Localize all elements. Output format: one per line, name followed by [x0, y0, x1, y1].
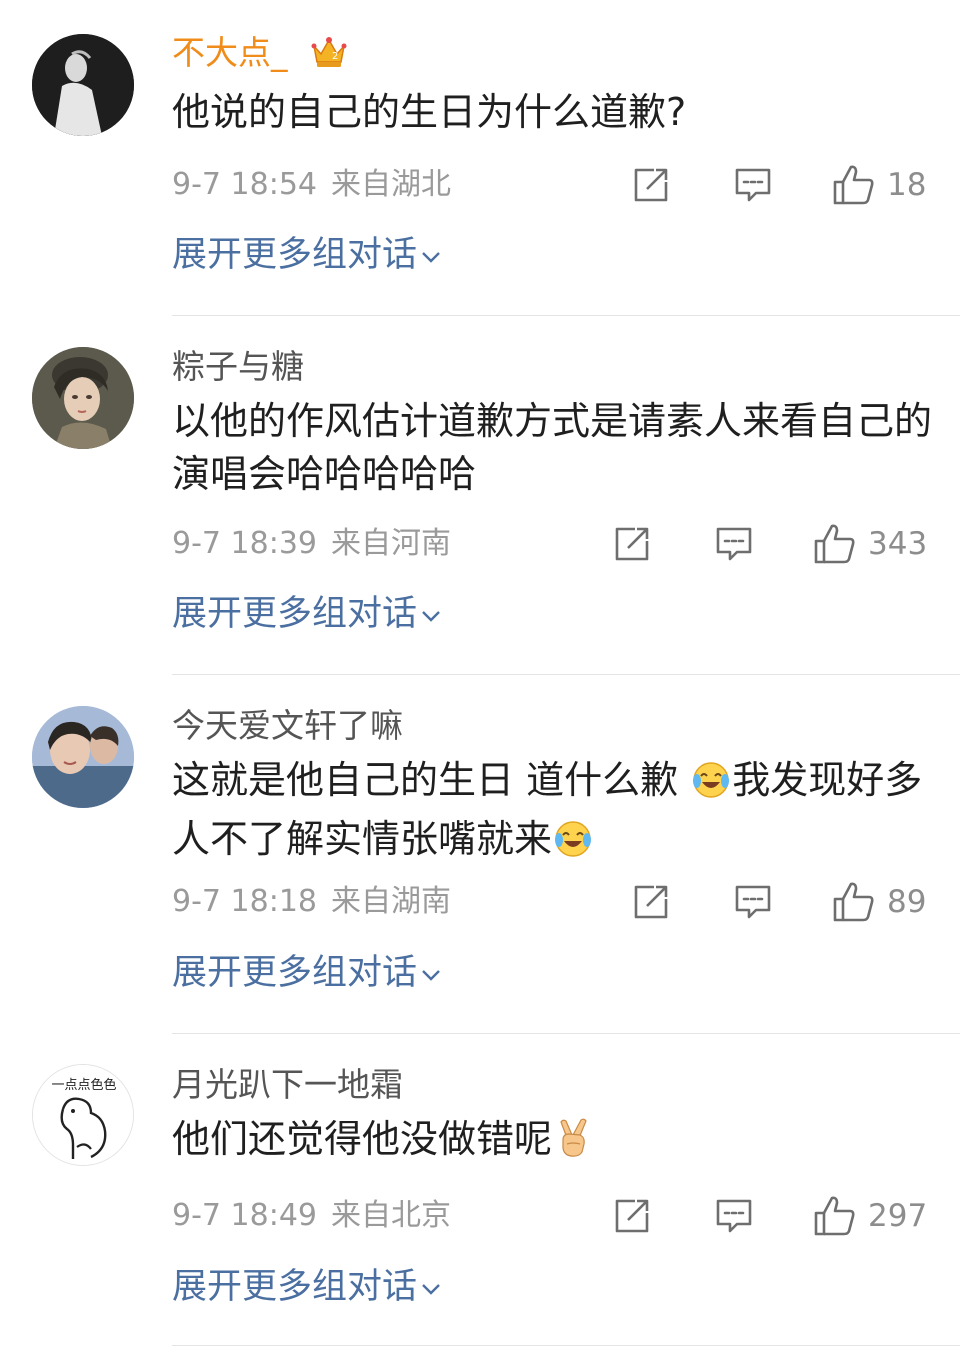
- location: 来自北京: [331, 1198, 451, 1233]
- like-count: 297: [868, 1198, 928, 1234]
- avatar-text: 一点点色色: [51, 1077, 116, 1093]
- comment-item: 一点点色色 月光趴下一地霜 他们还觉得他没做错呢 9-7 18:49 来自北京: [0, 0, 960, 1350]
- avatar[interactable]: 一点点色色: [32, 1064, 134, 1166]
- comment-text: 他们还觉得他没做错呢: [172, 1113, 932, 1172]
- chevron-down-icon: [422, 1284, 440, 1295]
- comment-meta: 9-7 18:49 来自北京: [172, 1196, 451, 1236]
- expand-replies-link[interactable]: 展开更多组对话: [172, 1264, 441, 1310]
- timestamp: 9-7 18:49: [172, 1198, 317, 1233]
- thumbs-up-icon: [814, 1196, 855, 1236]
- username[interactable]: 月光趴下一地霜: [172, 1064, 403, 1106]
- share-icon: [615, 1199, 649, 1233]
- comment-icon: [716, 1199, 752, 1233]
- reply-button[interactable]: [715, 1197, 753, 1235]
- share-button[interactable]: [613, 1197, 651, 1235]
- like-button[interactable]: 297: [814, 1195, 927, 1237]
- victory-hand-emoji: [554, 1118, 592, 1172]
- divider: [172, 1345, 960, 1346]
